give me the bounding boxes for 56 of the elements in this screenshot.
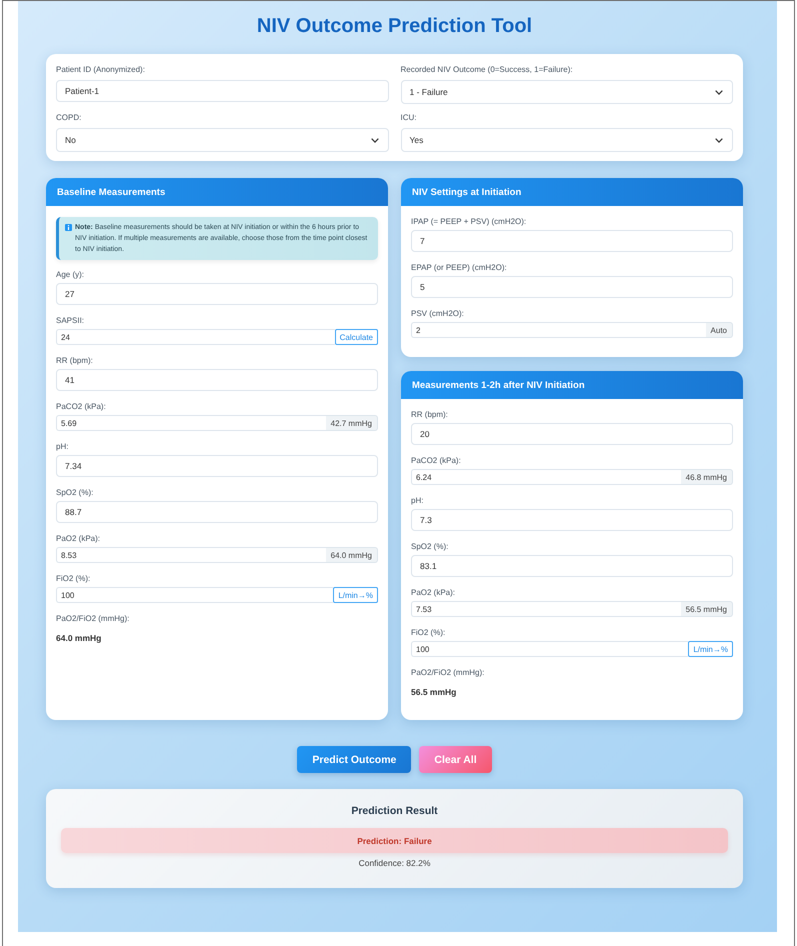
field-label: PaO2/FiO2 (mmHg): (56, 614, 130, 624)
inline-button[interactable]: L/min→% (333, 587, 378, 603)
field-label: Recorded NIV Outcome (0=Success, 1=Failure): (400, 65, 573, 75)
input-field[interactable]: 7.3 (411, 509, 733, 531)
input-field[interactable]: 24 (56, 329, 335, 345)
inline-button[interactable]: L/min→% (688, 641, 733, 657)
field-label: pH: (411, 496, 424, 506)
input-field[interactable]: 7 (411, 230, 733, 252)
field-label: IPAP (= PEEP + PSV) (cmH2O): (411, 217, 526, 227)
dropdown[interactable]: Yes (400, 128, 733, 152)
field-label: RR (bpm): (411, 410, 448, 420)
field-label: SAPSII: (56, 316, 84, 326)
panel-header: NIV Settings at Initiation (401, 178, 743, 206)
page-title: NIV Outcome Prediction Tool (256, 14, 534, 38)
field-label: FiO2 (%): (56, 574, 90, 584)
panel-header: Baseline Measurements (46, 178, 388, 206)
computed-value: 64.0 mmHg (56, 633, 102, 644)
input-field[interactable]: 100 (56, 587, 334, 603)
field-label: PaO2 (kPa): (56, 534, 100, 544)
chevron-down-icon (370, 138, 378, 142)
field-label: RR (bpm): (56, 356, 93, 366)
input-field[interactable]: 41 (56, 369, 378, 391)
field-label: SpO2 (%): (411, 542, 448, 552)
field-label: PaO2/FiO2 (mmHg): (411, 668, 484, 678)
field-label: COPD: (56, 113, 82, 123)
prediction-banner: Prediction: Failure (61, 828, 728, 853)
input-field[interactable]: 27 (56, 283, 378, 305)
info-icon (65, 224, 72, 231)
chevron-down-icon (715, 138, 723, 142)
input-field[interactable]: 83.1 (411, 555, 733, 577)
field-label: PaO2 (kPa): (411, 588, 456, 598)
field-label: FiO2 (%): (411, 628, 446, 638)
inline-button[interactable]: Calculate (334, 329, 378, 345)
field-label: SpO2 (%): (56, 488, 94, 498)
field-label: EPAP (or PEEP) (cmH2O): (411, 263, 507, 273)
dropdown[interactable]: 1 - Failure (400, 80, 733, 104)
input-field[interactable]: 100 (411, 641, 688, 657)
chevron-down-icon (715, 90, 723, 94)
computed-value: 56.5 mmHg (411, 687, 456, 698)
input-field[interactable]: 20 (411, 423, 733, 445)
confidence-text: Confidence: 82.2% (358, 858, 430, 869)
action-button[interactable]: Predict Outcome (297, 746, 412, 773)
input-field[interactable]: 5 (411, 276, 733, 298)
input-field[interactable]: 7.34 (56, 455, 378, 477)
field-label: Age (y): (56, 270, 84, 280)
field-label: Patient ID (Anonymized): (56, 65, 145, 75)
field-label: PaCO2 (kPa): (56, 402, 106, 412)
result-title: Prediction Result (351, 805, 438, 818)
input-field[interactable]: 88.7 (56, 501, 378, 523)
panel-header: Measurements 1-2h after NIV Initiation (401, 371, 743, 399)
field-label: PaCO2 (kPa): (411, 456, 461, 466)
field-label: PSV (cmH2O): (411, 309, 464, 319)
field-label: ICU: (400, 113, 416, 123)
input-field[interactable]: Patient-1 (56, 80, 388, 102)
dropdown[interactable]: No (56, 128, 388, 152)
field-label: pH: (56, 442, 68, 452)
